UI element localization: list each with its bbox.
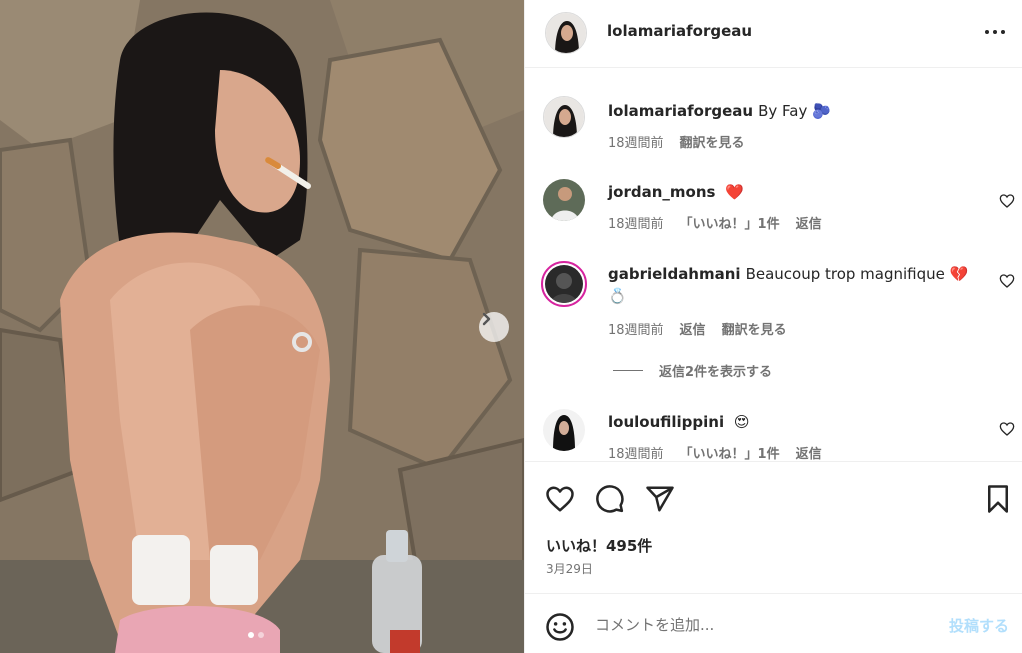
next-photo-button[interactable]	[479, 312, 509, 342]
post-actions: いいね！495件 3月29日	[525, 461, 1022, 593]
likes-count[interactable]: いいね！495件	[546, 535, 652, 556]
caption-username[interactable]: lolamariaforgeau	[608, 102, 753, 120]
carousel-dot-active	[248, 632, 254, 638]
emoji-icon[interactable]	[545, 612, 575, 642]
comment-input[interactable]	[595, 610, 925, 640]
comment-body: Beaucoup trop magnifique 💔	[745, 265, 969, 283]
comment-text: louloufilippini 😍	[608, 411, 978, 433]
replies-divider	[613, 370, 643, 371]
comment-icon[interactable]	[595, 484, 625, 514]
reply-button[interactable]: 返信	[796, 213, 822, 232]
post-header: lolamariaforgeau	[525, 0, 1022, 68]
comment-username[interactable]: louloufilippini	[608, 413, 724, 431]
comments-list[interactable]: lolamariaforgeau By Fay 🫐 18週間前 翻訳を見る jor…	[525, 69, 1022, 461]
heart-icon[interactable]	[999, 273, 1015, 289]
comment-body: ❤️	[725, 183, 744, 201]
like-icon[interactable]	[545, 484, 575, 514]
post-date[interactable]: 3月29日	[546, 560, 593, 577]
chevron-right-icon	[482, 312, 491, 326]
view-replies-label: 返信2件を表示する	[659, 365, 773, 380]
comment-meta: 18週間前 返信 翻訳を見る	[608, 319, 787, 338]
share-icon[interactable]	[645, 484, 675, 514]
comment-time[interactable]: 18週間前	[608, 443, 664, 461]
bookmark-icon[interactable]	[983, 484, 1013, 514]
ring-emoji: 💍	[608, 287, 627, 305]
comment-username[interactable]: jordan_mons	[608, 183, 715, 201]
view-replies-button[interactable]: 返信2件を表示する	[613, 361, 772, 380]
more-icon[interactable]	[983, 22, 1007, 42]
comment-text: jordan_mons ❤️	[608, 181, 978, 203]
comment-likes[interactable]: 「いいね！」1件	[680, 213, 780, 232]
blueberry-emoji: 🫐	[812, 102, 831, 120]
comment-meta: 18週間前 「いいね！」1件 返信	[608, 443, 822, 461]
commenter-avatar[interactable]	[543, 179, 585, 221]
comment-meta: 18週間前 「いいね！」1件 返信	[608, 213, 822, 232]
post-panel: lolamariaforgeau lolamariaforgeau By Fay …	[524, 0, 1022, 653]
post-photo[interactable]	[0, 0, 524, 653]
translate-button[interactable]: 翻訳を見る	[722, 319, 787, 338]
caption-text: lolamariaforgeau By Fay 🫐	[608, 100, 978, 122]
comment-body: 😍	[733, 413, 750, 431]
caption-time[interactable]: 18週間前	[608, 132, 664, 151]
comment-text: gabrieldahmani Beaucoup trop magnifique 💔…	[608, 263, 978, 307]
comment-time[interactable]: 18週間前	[608, 319, 664, 338]
heart-icon[interactable]	[999, 421, 1015, 437]
caption-body: By Fay	[758, 102, 808, 120]
caption-avatar[interactable]	[543, 96, 585, 138]
post-comment-button[interactable]: 投稿する	[949, 615, 1009, 636]
commenter-avatar[interactable]	[543, 409, 585, 451]
comment-username[interactable]: gabrieldahmani	[608, 265, 741, 283]
carousel-dot	[258, 632, 264, 638]
comment-likes[interactable]: 「いいね！」1件	[680, 443, 780, 461]
comment-time[interactable]: 18週間前	[608, 213, 664, 232]
author-avatar[interactable]	[545, 12, 587, 54]
reply-button[interactable]: 返信	[796, 443, 822, 461]
author-username[interactable]: lolamariaforgeau	[607, 22, 752, 40]
carousel-dots	[248, 632, 264, 638]
comment-bar: 投稿する	[525, 593, 1022, 653]
caption-meta: 18週間前 翻訳を見る	[608, 132, 745, 151]
reply-button[interactable]: 返信	[680, 319, 706, 338]
heart-icon[interactable]	[999, 193, 1015, 209]
caption-translate[interactable]: 翻訳を見る	[680, 132, 745, 151]
commenter-avatar-story-ring[interactable]	[541, 261, 587, 307]
photo-image	[0, 0, 524, 653]
